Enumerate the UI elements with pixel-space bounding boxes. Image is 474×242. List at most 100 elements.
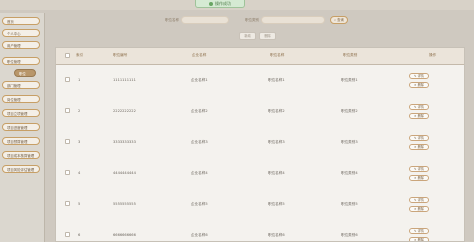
- row-checkbox[interactable]: [65, 170, 70, 175]
- cell-category: 职位类别2: [341, 109, 358, 113]
- cell-code: 3333333333: [113, 140, 136, 144]
- cell-index: 4: [78, 171, 81, 175]
- sidebar: 首页 个人中心 用户管理 职位管理 职位 部门管理 岗位管理 项目立项管理 项目…: [0, 13, 45, 242]
- table-row: 5 5555555555 企业名称5 职位名称5 职位类别5 ✎详情 ✕删除: [56, 189, 464, 221]
- header-category: 职位类别: [343, 53, 358, 57]
- table-row: 6 6666666666 企业名称6 职位名称6 职位类别6 ✎详情 ✕删除: [56, 220, 464, 242]
- edit-icon: ✎: [414, 167, 417, 171]
- delete-button[interactable]: ✕删除: [409, 82, 429, 88]
- cell-category: 职位类别6: [341, 233, 358, 237]
- delete-button[interactable]: ✕删除: [409, 175, 429, 181]
- cell-index: 1: [78, 78, 81, 82]
- trash-icon: ✕: [414, 176, 417, 180]
- cell-index: 3: [78, 140, 81, 144]
- header-company: 企业名称: [192, 53, 207, 57]
- header-code: 职位编号: [113, 53, 128, 57]
- table-row: 3 3333333333 企业名称3 职位名称3 职位类别3 ✎详情 ✕删除: [56, 127, 464, 159]
- cell-position: 职位名称1: [268, 78, 285, 82]
- trash-icon: ✕: [414, 114, 417, 118]
- sidebar-item-project-cost[interactable]: 项目成本核算管理: [2, 151, 40, 159]
- success-icon: [209, 1, 213, 6]
- search-icon: ⌕: [334, 18, 337, 22]
- data-table: 索引 职位编号 企业名称 职位名称 职位类别 操作 1 1111111111 企…: [55, 47, 465, 242]
- cell-position: 职位名称4: [268, 171, 285, 175]
- sidebar-item-project-budget[interactable]: 项目预算管理: [2, 137, 40, 145]
- sidebar-subitem-position[interactable]: 职位: [14, 69, 36, 77]
- trash-icon: ✕: [414, 238, 417, 242]
- detail-button[interactable]: ✎详情: [409, 166, 429, 172]
- detail-button[interactable]: ✎详情: [409, 73, 429, 79]
- success-toast: 操作成功: [195, 0, 245, 8]
- row-checkbox[interactable]: [65, 77, 70, 82]
- trash-icon: ✕: [414, 83, 417, 87]
- edit-icon: ✎: [414, 105, 417, 109]
- sidebar-item-position-management[interactable]: 职位管理: [2, 57, 40, 65]
- position-category-label: 职位类别: [245, 18, 259, 22]
- cell-position: 职位名称3: [268, 140, 285, 144]
- cell-company: 企业名称4: [191, 171, 208, 175]
- row-checkbox[interactable]: [65, 108, 70, 113]
- add-button[interactable]: 新增: [239, 32, 256, 40]
- cell-category: 职位类别1: [341, 78, 358, 82]
- select-all-checkbox[interactable]: [65, 53, 70, 58]
- position-name-input[interactable]: [181, 16, 229, 24]
- cell-company: 企业名称5: [191, 202, 208, 206]
- header-position: 职位名称: [270, 53, 285, 57]
- cell-index: 5: [78, 202, 81, 206]
- cell-company: 企业名称6: [191, 233, 208, 237]
- header-index: 索引: [76, 53, 84, 57]
- trash-icon: ✕: [414, 145, 417, 149]
- header-actions: 操作: [429, 53, 437, 57]
- cell-position: 职位名称5: [268, 202, 285, 206]
- table-header: 索引 职位编号 企业名称 职位名称 职位类别 操作: [56, 48, 464, 65]
- batch-delete-button[interactable]: 删除: [259, 32, 276, 40]
- cell-company: 企业名称3: [191, 140, 208, 144]
- detail-button[interactable]: ✎详情: [409, 135, 429, 141]
- sidebar-item-home[interactable]: 首页: [2, 17, 40, 25]
- position-category-input[interactable]: [261, 16, 325, 24]
- cell-category: 职位类别5: [341, 202, 358, 206]
- delete-button[interactable]: ✕删除: [409, 237, 429, 242]
- cell-code: 6666666666: [113, 233, 136, 237]
- toast-message: 操作成功: [215, 0, 231, 6]
- search-button[interactable]: ⌕ 查询: [330, 16, 348, 24]
- cell-code: 4444444444: [113, 171, 136, 175]
- detail-button[interactable]: ✎详情: [409, 197, 429, 203]
- cell-position: 职位名称6: [268, 233, 285, 237]
- sidebar-item-users[interactable]: 用户管理: [2, 41, 40, 49]
- sidebar-item-project-progress[interactable]: 项目进度管理: [2, 123, 40, 131]
- sidebar-item-profile[interactable]: 个人中心: [2, 29, 40, 37]
- cell-category: 职位类别3: [341, 140, 358, 144]
- table-row: 2 2222222222 企业名称2 职位名称2 职位类别2 ✎详情 ✕删除: [56, 96, 464, 128]
- delete-button[interactable]: ✕删除: [409, 206, 429, 212]
- trash-icon: ✕: [414, 207, 417, 211]
- delete-button[interactable]: ✕删除: [409, 144, 429, 150]
- row-checkbox[interactable]: [65, 232, 70, 237]
- detail-button[interactable]: ✎详情: [409, 104, 429, 110]
- cell-code: 1111111111: [113, 78, 136, 82]
- cell-company: 企业名称1: [191, 78, 208, 82]
- sidebar-item-project-init[interactable]: 项目立项管理: [2, 109, 40, 117]
- position-name-label: 职位名称: [165, 18, 179, 22]
- cell-code: 5555555555: [113, 202, 136, 206]
- cell-index: 2: [78, 109, 81, 113]
- detail-button[interactable]: ✎详情: [409, 228, 429, 234]
- sidebar-item-project-risk[interactable]: 项目风险评估管理: [2, 165, 40, 173]
- table-row: 1 1111111111 企业名称1 职位名称1 职位类别1 ✎详情 ✕删除: [56, 65, 464, 97]
- cell-index: 6: [78, 233, 81, 237]
- table-row: 4 4444444444 企业名称4 职位名称4 职位类别4 ✎详情 ✕删除: [56, 158, 464, 190]
- edit-icon: ✎: [414, 198, 417, 202]
- edit-icon: ✎: [414, 136, 417, 140]
- cell-code: 2222222222: [113, 109, 136, 113]
- row-checkbox[interactable]: [65, 139, 70, 144]
- edit-icon: ✎: [414, 74, 417, 78]
- row-checkbox[interactable]: [65, 201, 70, 206]
- cell-position: 职位名称2: [268, 109, 285, 113]
- delete-button[interactable]: ✕删除: [409, 113, 429, 119]
- sidebar-item-department[interactable]: 部门管理: [2, 81, 40, 89]
- cell-category: 职位类别4: [341, 171, 358, 175]
- edit-icon: ✎: [414, 229, 417, 233]
- cell-company: 企业名称2: [191, 109, 208, 113]
- sidebar-item-post[interactable]: 岗位管理: [2, 95, 40, 103]
- search-bar: 职位名称 职位类别 ⌕ 查询: [165, 15, 355, 25]
